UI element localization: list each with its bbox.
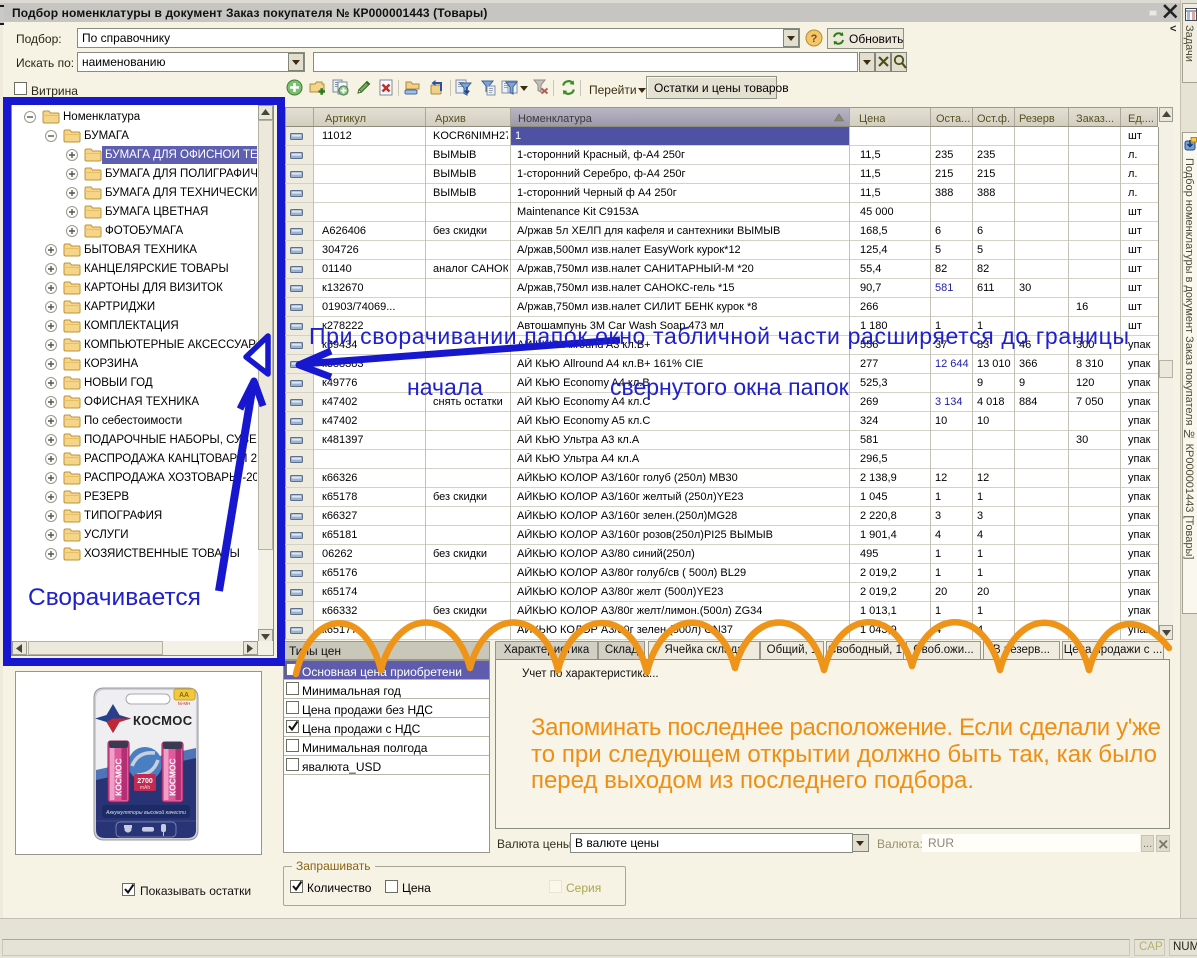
svg-text:Аккумуляторы высокой качести: Аккумуляторы высокой качести <box>105 809 186 816</box>
svg-text:?: ? <box>811 33 818 45</box>
svg-text:КОСМОС: КОСМОС <box>168 758 178 796</box>
svg-text:Ni-MH: Ni-MH <box>178 701 191 706</box>
svg-text:КОСМОС: КОСМОС <box>114 758 124 796</box>
svg-text:AA: AA <box>179 692 189 699</box>
svg-text:mAh: mAh <box>140 785 151 791</box>
svg-text:КОСМОС: КОСМОС <box>133 713 193 728</box>
svg-text:2700: 2700 <box>137 778 153 785</box>
